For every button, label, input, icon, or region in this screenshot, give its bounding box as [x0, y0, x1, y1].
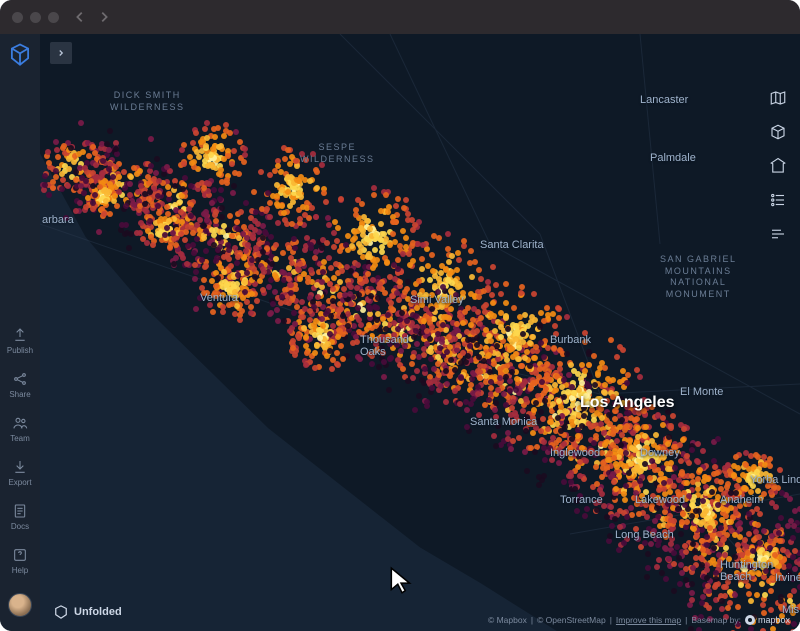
share-icon: [12, 371, 28, 387]
back-icon[interactable]: [73, 10, 87, 24]
rail-team[interactable]: Team: [0, 407, 40, 451]
map-canvas[interactable]: DICK SMITHWILDERNESSSESPEWILDERNESSSAN G…: [40, 34, 800, 631]
rail-label: Publish: [7, 346, 33, 355]
map-controls: [768, 88, 788, 244]
export-icon: [12, 459, 28, 475]
legend-button[interactable]: [768, 224, 788, 244]
traffic-lights: [12, 12, 59, 23]
publish-icon: [12, 327, 28, 343]
hexbin-layer: [40, 34, 800, 631]
nav-arrows: [73, 10, 111, 24]
rail-label: Help: [12, 566, 28, 575]
attr-improve[interactable]: Improve this map: [616, 615, 681, 625]
forward-icon[interactable]: [97, 10, 111, 24]
left-rail: Publish Share Team Export Docs Help: [0, 34, 40, 631]
expand-panel-button[interactable]: [50, 42, 72, 64]
rail-help[interactable]: Help: [0, 539, 40, 583]
titlebar: [0, 0, 800, 34]
attribution: © Mapbox | © OpenStreetMap | Improve thi…: [488, 615, 790, 625]
map-icon: [769, 89, 787, 107]
brand-text: Unfolded: [74, 606, 122, 618]
chevron-right-icon: [56, 48, 66, 58]
brand-icon: [54, 605, 68, 619]
rail-label: Export: [8, 478, 31, 487]
view-2d-button[interactable]: [768, 88, 788, 108]
brand-badge: Unfolded: [54, 605, 122, 619]
cube-icon: [769, 123, 787, 141]
app-window: Publish Share Team Export Docs Help: [0, 0, 800, 631]
legend-icon: [769, 225, 787, 243]
rail-label: Team: [10, 434, 30, 443]
rail-export[interactable]: Export: [0, 451, 40, 495]
rail-publish[interactable]: Publish: [0, 319, 40, 363]
rail-docs[interactable]: Docs: [0, 495, 40, 539]
layers-list-button[interactable]: [768, 190, 788, 210]
help-icon: [12, 547, 28, 563]
zoom-dot[interactable]: [48, 12, 59, 23]
docs-icon: [12, 503, 28, 519]
list-icon: [769, 191, 787, 209]
rail-label: Docs: [11, 522, 29, 531]
user-avatar[interactable]: [8, 593, 32, 617]
attr-basemap: Basemap by:: [691, 615, 741, 625]
mapbox-logo[interactable]: mapbox: [745, 615, 790, 625]
app-logo-icon: [7, 42, 33, 68]
minimize-dot[interactable]: [30, 12, 41, 23]
home-icon: [769, 157, 787, 175]
home-button[interactable]: [768, 156, 788, 176]
app-body: Publish Share Team Export Docs Help: [0, 34, 800, 631]
view-3d-button[interactable]: [768, 122, 788, 142]
rail-share[interactable]: Share: [0, 363, 40, 407]
attr-mapbox[interactable]: © Mapbox: [488, 615, 527, 625]
attr-osm[interactable]: © OpenStreetMap: [537, 615, 606, 625]
close-dot[interactable]: [12, 12, 23, 23]
team-icon: [12, 415, 28, 431]
rail-label: Share: [9, 390, 30, 399]
